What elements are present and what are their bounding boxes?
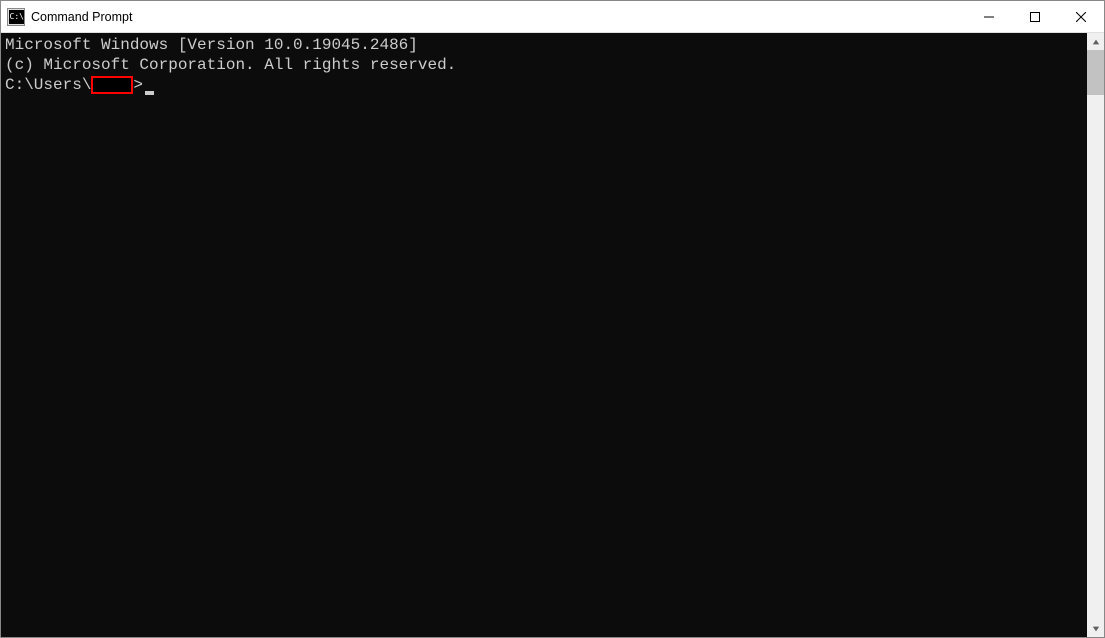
minimize-button[interactable] bbox=[966, 1, 1012, 32]
vertical-scrollbar[interactable] bbox=[1087, 33, 1104, 637]
prompt-line[interactable]: C:\Users\ > bbox=[5, 75, 1083, 95]
version-line: Microsoft Windows [Version 10.0.19045.24… bbox=[5, 35, 1083, 55]
redacted-username bbox=[91, 76, 133, 94]
scrollbar-track[interactable] bbox=[1087, 50, 1104, 620]
prompt-suffix: > bbox=[133, 75, 143, 95]
terminal-output[interactable]: Microsoft Windows [Version 10.0.19045.24… bbox=[1, 33, 1087, 637]
scrollbar-thumb[interactable] bbox=[1087, 50, 1104, 95]
window-title: Command Prompt bbox=[31, 10, 132, 24]
cursor bbox=[145, 91, 154, 95]
window-controls bbox=[966, 1, 1104, 32]
cmd-window: Command Prompt Microsoft Windows [Versio… bbox=[0, 0, 1105, 638]
maximize-button[interactable] bbox=[1012, 1, 1058, 32]
cmd-icon bbox=[7, 8, 25, 26]
client-area: Microsoft Windows [Version 10.0.19045.24… bbox=[1, 33, 1104, 637]
scroll-down-button[interactable] bbox=[1087, 620, 1104, 637]
scroll-up-button[interactable] bbox=[1087, 33, 1104, 50]
close-button[interactable] bbox=[1058, 1, 1104, 32]
copyright-line: (c) Microsoft Corporation. All rights re… bbox=[5, 55, 1083, 75]
titlebar[interactable]: Command Prompt bbox=[1, 1, 1104, 33]
prompt-prefix: C:\Users\ bbox=[5, 75, 91, 95]
